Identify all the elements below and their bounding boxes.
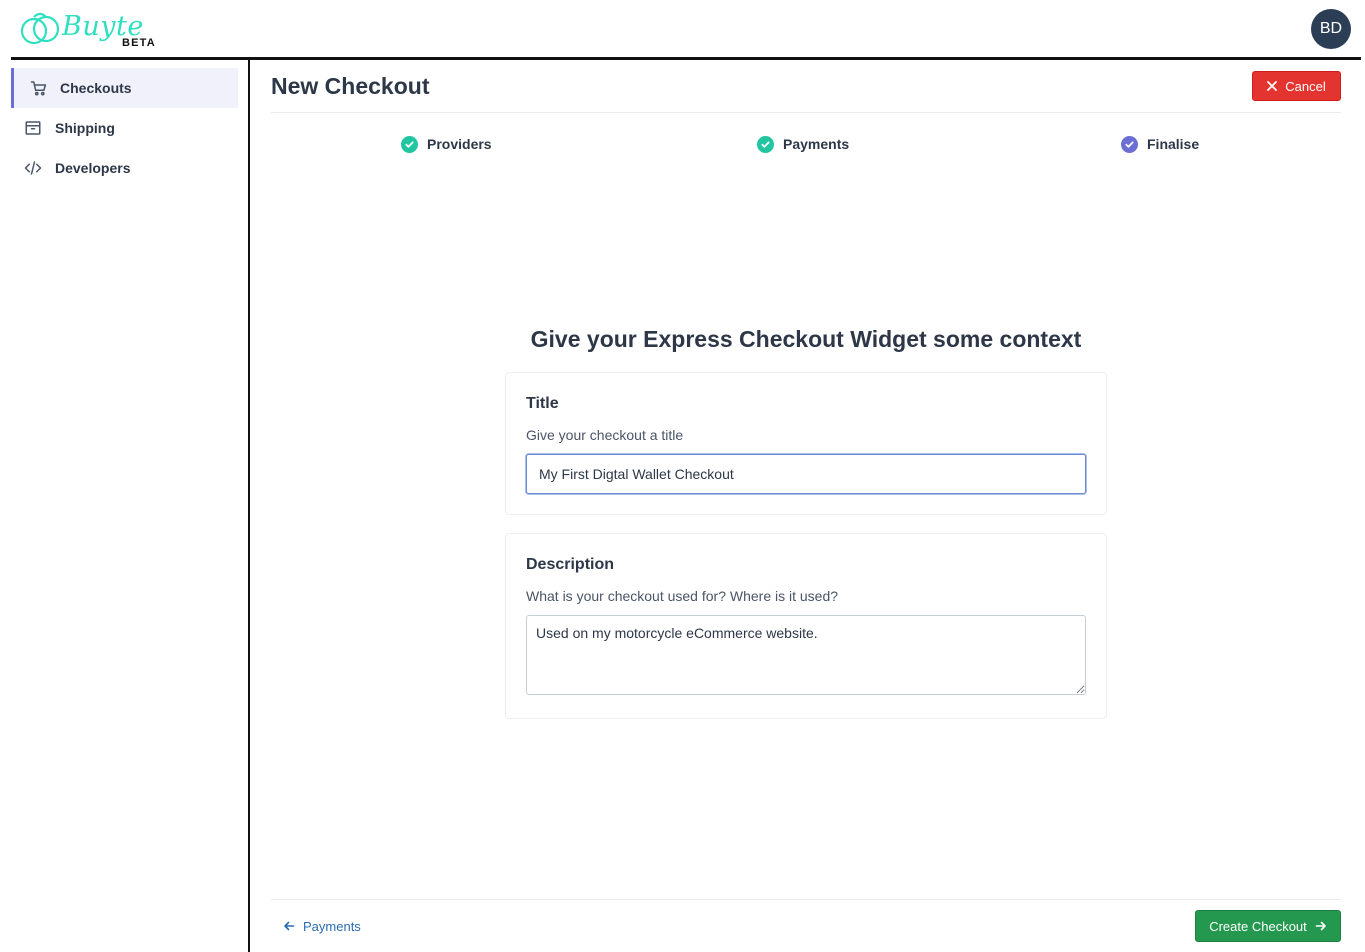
step-label: Finalise xyxy=(1147,136,1200,152)
sidebar-item-label: Developers xyxy=(55,160,131,176)
avatar-initials: BD xyxy=(1319,20,1343,37)
brand-logo[interactable]: Buyte BETA xyxy=(20,9,170,51)
sidebar-item-label: Checkouts xyxy=(60,80,132,96)
form-heading: Give your Express Checkout Widget some c… xyxy=(530,326,1082,352)
cart-icon xyxy=(30,79,48,97)
step-finalise[interactable]: Finalise xyxy=(1121,134,1199,154)
title-card: Title Give your checkout a title xyxy=(505,372,1107,515)
sidebar-item-checkouts[interactable]: Checkouts xyxy=(11,68,238,108)
description-textarea[interactable]: Used on my motorcycle eCommerce website. xyxy=(526,615,1086,695)
close-icon xyxy=(1267,81,1278,91)
step-label: Payments xyxy=(783,136,850,152)
step-label: Providers xyxy=(427,136,492,152)
check-circle-icon xyxy=(1121,135,1138,153)
create-checkout-button[interactable]: Create Checkout xyxy=(1195,910,1341,942)
sidebar-item-label: Shipping xyxy=(55,120,115,136)
description-label: Description xyxy=(526,556,615,573)
footer-divider xyxy=(271,899,1341,900)
arrow-right-icon xyxy=(1315,921,1326,931)
description-card: Description What is your checkout used f… xyxy=(505,533,1107,719)
arrow-left-icon xyxy=(284,921,295,931)
create-checkout-label: Create Checkout xyxy=(1209,918,1307,934)
title-help-text: Give your checkout a title xyxy=(526,427,684,443)
beta-badge: BETA xyxy=(122,37,156,49)
sidebar-item-developers[interactable]: Developers xyxy=(11,148,238,188)
title-label: Title xyxy=(526,395,559,412)
sidebar: Checkouts Shipping Developers xyxy=(0,60,248,952)
sidebar-divider xyxy=(248,60,250,952)
top-bar: Buyte BETA BD xyxy=(0,0,1365,60)
step-payments[interactable]: Payments xyxy=(757,134,849,154)
main-content: New Checkout Cancel Providers Payments F… xyxy=(271,60,1341,952)
check-circle-icon xyxy=(757,135,774,153)
sidebar-item-shipping[interactable]: Shipping xyxy=(11,108,238,148)
box-icon xyxy=(24,119,42,137)
step-providers[interactable]: Providers xyxy=(401,134,492,154)
description-help-text: What is your checkout used for? Where is… xyxy=(526,588,839,604)
buyte-logo-icon xyxy=(20,12,60,45)
header-divider xyxy=(271,112,1341,113)
back-to-payments-link[interactable]: Payments xyxy=(283,916,361,936)
page-title: New Checkout xyxy=(271,73,430,99)
check-circle-icon xyxy=(401,135,418,153)
code-icon xyxy=(24,159,42,177)
cancel-button[interactable]: Cancel xyxy=(1252,71,1341,101)
back-link-label: Payments xyxy=(303,918,361,934)
avatar[interactable]: BD xyxy=(1311,9,1351,49)
title-input[interactable] xyxy=(526,454,1086,494)
cancel-label: Cancel xyxy=(1285,78,1326,94)
